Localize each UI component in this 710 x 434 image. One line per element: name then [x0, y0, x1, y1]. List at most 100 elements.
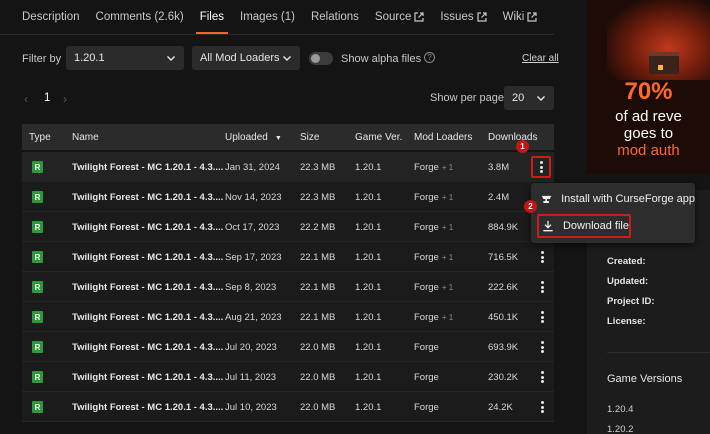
- more-options-icon[interactable]: [535, 249, 549, 265]
- more-options-icon[interactable]: [535, 399, 549, 415]
- file-size: 22.0 MB: [300, 372, 336, 383]
- header-size[interactable]: Size: [300, 132, 319, 143]
- game-version-select[interactable]: 1.20.1: [66, 46, 184, 70]
- tab-label: Description: [22, 11, 80, 23]
- file-name[interactable]: Twilight Forest - MC 1.20.1 - 4.3....: [72, 402, 223, 413]
- header-downloads[interactable]: Downloads: [488, 132, 537, 143]
- mod-loader-select[interactable]: All Mod Loaders: [192, 46, 300, 70]
- file-row[interactable]: R Twilight Forest - MC 1.20.1 - 4.3.... …: [22, 332, 554, 362]
- file-row[interactable]: R Twilight Forest - MC 1.20.1 - 4.3.... …: [22, 362, 554, 392]
- chevron-down-icon: [283, 56, 291, 61]
- anvil-icon: [541, 195, 552, 203]
- file-name[interactable]: Twilight Forest - MC 1.20.1 - 4.3....: [72, 282, 223, 293]
- download-count: 24.2K: [488, 402, 513, 413]
- file-size: 22.0 MB: [300, 342, 336, 353]
- more-options-icon[interactable]: [531, 156, 551, 178]
- file-size: 22.3 MB: [300, 192, 336, 203]
- upload-date: Sep 17, 2023: [225, 252, 282, 263]
- more-options-icon[interactable]: [535, 279, 549, 295]
- file-name[interactable]: Twilight Forest - MC 1.20.1 - 4.3....: [72, 312, 223, 323]
- install-label: Install with CurseForge app: [561, 193, 695, 205]
- more-options-icon[interactable]: [535, 309, 549, 325]
- mod-loader: Forge + 1: [414, 312, 453, 323]
- release-badge: R: [32, 341, 43, 353]
- tab-source[interactable]: Source: [375, 0, 424, 34]
- ad-text: mod auth: [617, 142, 680, 159]
- loader-name: Forge: [414, 372, 439, 383]
- file-name[interactable]: Twilight Forest - MC 1.20.1 - 4.3....: [72, 222, 223, 233]
- per-page-select[interactable]: 20: [504, 86, 554, 110]
- release-badge: R: [32, 311, 43, 323]
- download-label: Download file: [562, 220, 629, 232]
- loader-name: Forge: [414, 342, 439, 353]
- header-uploaded[interactable]: Uploaded ▼: [225, 132, 282, 143]
- install-with-app-option[interactable]: Install with CurseForge app: [531, 187, 695, 211]
- external-link-icon: [527, 12, 537, 22]
- per-page-value: 20: [512, 92, 525, 104]
- mod-loader: Forge: [414, 342, 439, 353]
- tab-relations[interactable]: Relations: [311, 0, 359, 34]
- mod-loader: Forge: [414, 372, 439, 383]
- upload-date: Oct 17, 2023: [225, 222, 280, 233]
- game-version-item[interactable]: 1.20.2: [607, 424, 633, 434]
- mod-loader-value: All Mod Loaders: [200, 52, 280, 64]
- header-name[interactable]: Name: [72, 132, 99, 143]
- file-row[interactable]: R Twilight Forest - MC 1.20.1 - 4.3.... …: [22, 212, 554, 242]
- download-file-option[interactable]: Download file: [537, 214, 631, 238]
- file-row[interactable]: R Twilight Forest - MC 1.20.1 - 4.3.... …: [22, 392, 554, 422]
- tabs-divider: [0, 34, 554, 35]
- tab-comments[interactable]: Comments (2.6k): [96, 0, 184, 34]
- tab-issues[interactable]: Issues: [440, 0, 487, 34]
- game-versions-title: Game Versions: [607, 373, 683, 385]
- filter-label: Filter by: [22, 53, 62, 65]
- prev-page-icon[interactable]: ‹: [24, 92, 28, 106]
- file-row[interactable]: R Twilight Forest - MC 1.20.1 - 4.3.... …: [22, 242, 554, 272]
- tab-images[interactable]: Images (1): [240, 0, 295, 34]
- loader-extra: + 1: [441, 313, 454, 322]
- loader-name: Forge: [414, 402, 439, 413]
- more-options-icon[interactable]: [535, 339, 549, 355]
- file-row[interactable]: R Twilight Forest - MC 1.20.1 - 4.3.... …: [22, 302, 554, 332]
- download-count: 2.4M: [488, 192, 510, 203]
- file-size: 22.0 MB: [300, 402, 336, 413]
- step-marker-1: 1: [516, 140, 529, 153]
- file-row[interactable]: R Twilight Forest - MC 1.20.1 - 4.3.... …: [22, 182, 554, 212]
- file-name[interactable]: Twilight Forest - MC 1.20.1 - 4.3....: [72, 372, 223, 383]
- file-size: 22.1 MB: [300, 252, 336, 263]
- tab-description[interactable]: Description: [22, 0, 80, 34]
- tab-files[interactable]: Files: [195, 0, 229, 34]
- game-version-item[interactable]: 1.20.4: [607, 404, 633, 415]
- release-badge: R: [32, 251, 43, 263]
- alpha-files-toggle[interactable]: [309, 52, 333, 65]
- chevron-down-icon: [167, 56, 175, 61]
- header-uploaded-label: Uploaded: [225, 132, 268, 143]
- loader-name: Forge: [414, 162, 439, 173]
- file-actions-menu: Install with CurseForge app Download fil…: [531, 183, 695, 243]
- ad-text: goes to: [623, 125, 674, 142]
- file-name[interactable]: Twilight Forest - MC 1.20.1 - 4.3....: [72, 252, 223, 263]
- license-label: License:: [607, 316, 646, 327]
- current-page-number[interactable]: 1: [44, 92, 50, 104]
- mod-loader: Forge + 1: [414, 252, 453, 263]
- file-row[interactable]: R Twilight Forest - MC 1.20.1 - 4.3.... …: [22, 272, 554, 302]
- step-marker-2: 2: [524, 200, 537, 213]
- more-options-icon[interactable]: [535, 369, 549, 385]
- tab-wiki[interactable]: Wiki: [503, 0, 538, 34]
- file-row[interactable]: R Twilight Forest - MC 1.20.1 - 4.3.... …: [22, 152, 554, 182]
- loader-extra: + 1: [441, 283, 454, 292]
- external-link-icon: [477, 12, 487, 22]
- next-page-icon[interactable]: ›: [63, 92, 67, 106]
- game-version: 1.20.1: [355, 342, 382, 353]
- download-count: 222.6K: [488, 282, 519, 293]
- loader-name: Forge: [414, 282, 439, 293]
- download-count: 693.9K: [488, 342, 519, 353]
- ad-banner[interactable]: 70% of ad reve goes to mod auth: [587, 0, 710, 174]
- file-name[interactable]: Twilight Forest - MC 1.20.1 - 4.3....: [72, 342, 223, 353]
- help-icon[interactable]: ?: [424, 52, 435, 63]
- file-name[interactable]: Twilight Forest - MC 1.20.1 - 4.3....: [72, 192, 223, 203]
- file-name[interactable]: Twilight Forest - MC 1.20.1 - 4.3....: [72, 162, 223, 173]
- loader-extra: + 1: [441, 193, 454, 202]
- clear-all-link[interactable]: Clear all: [522, 53, 559, 64]
- mod-loader: Forge: [414, 402, 439, 413]
- header-game-version[interactable]: Game Ver.: [355, 132, 402, 143]
